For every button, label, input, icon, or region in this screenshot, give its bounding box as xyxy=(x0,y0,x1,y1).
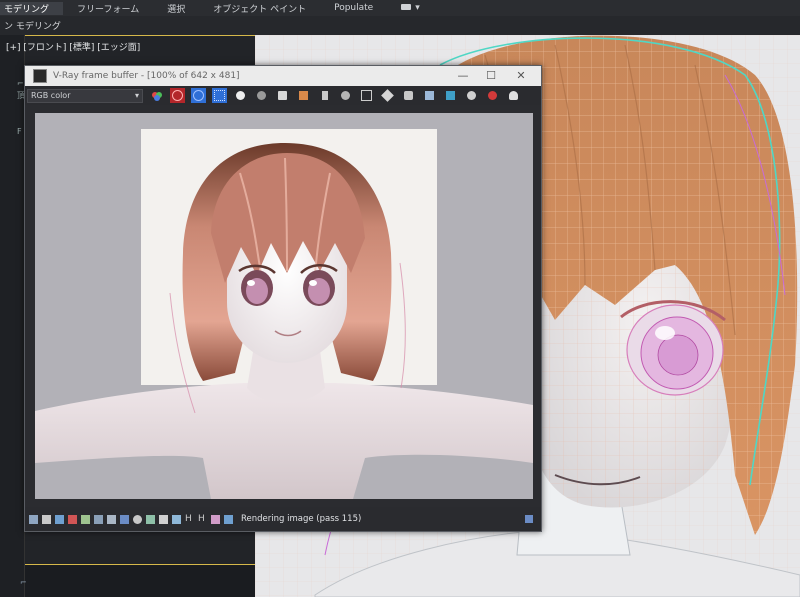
lut-icon[interactable] xyxy=(146,514,155,524)
curves-icon[interactable] xyxy=(81,514,90,524)
stamp-icon[interactable] xyxy=(224,514,233,524)
exposure-icon[interactable] xyxy=(172,514,181,524)
alpha-channel-icon[interactable] xyxy=(233,88,248,103)
channel-select[interactable]: RGB color ▾ xyxy=(27,88,143,103)
pixel-info-icon[interactable] xyxy=(380,88,395,103)
stop-render-icon[interactable] xyxy=(485,88,500,103)
tab-populate[interactable]: Populate xyxy=(320,3,387,13)
grid-icon[interactable] xyxy=(107,514,116,524)
settings-icon[interactable] xyxy=(133,514,142,524)
expand-panel-icon[interactable] xyxy=(525,515,533,523)
ocio-icon[interactable] xyxy=(159,514,168,524)
history-icon[interactable] xyxy=(29,514,38,524)
display-icon[interactable] xyxy=(120,514,129,524)
vfb-status-bar: H H Rendering image (pass 115) xyxy=(25,507,541,531)
green-channel-icon[interactable] xyxy=(191,88,206,103)
save-image-icon[interactable] xyxy=(275,88,290,103)
lens-effects-icon[interactable] xyxy=(443,88,458,103)
ribbon-options-dropdown[interactable]: ▾ xyxy=(387,3,434,13)
tab-selection[interactable]: 選択 xyxy=(153,2,199,15)
vray-app-icon xyxy=(33,69,47,83)
color-correction-icon[interactable] xyxy=(422,88,437,103)
layers-icon[interactable] xyxy=(55,514,64,524)
vfb-toolbar: RGB color ▾ xyxy=(25,86,541,105)
h-icon[interactable]: H xyxy=(185,514,194,524)
tab-object-paint[interactable]: オブジェクト ペイント xyxy=(199,2,320,15)
vfb-canvas-area[interactable] xyxy=(25,105,541,507)
tab-freeform[interactable]: フリーフォーム xyxy=(63,2,153,15)
track-mouse-icon[interactable] xyxy=(359,88,374,103)
tab-modeling[interactable]: モデリング xyxy=(0,1,64,15)
viewport-axis-mark: ⌐ xyxy=(20,578,27,587)
main-ribbon: モデリング フリーフォーム 選択 オブジェクト ペイント Populate ▾ xyxy=(0,0,800,16)
viewport-label[interactable]: [+] [フロント] [標準] [エッジ面] xyxy=(6,40,140,53)
rendered-image xyxy=(35,113,533,499)
vray-frame-buffer-window[interactable]: V-Ray frame buffer - [100% of 642 x 481]… xyxy=(24,65,542,532)
vfb-title: V-Ray frame buffer - [100% of 642 x 481] xyxy=(53,71,240,81)
close-button[interactable]: ✕ xyxy=(507,68,535,84)
render-last-icon[interactable] xyxy=(464,88,479,103)
minimize-button[interactable]: — xyxy=(449,68,477,84)
load-image-icon[interactable] xyxy=(296,88,311,103)
hh-icon[interactable]: H xyxy=(198,514,207,524)
blue-channel-icon[interactable] xyxy=(212,88,227,103)
vfb-title-bar[interactable]: V-Ray frame buffer - [100% of 642 x 481]… xyxy=(25,66,541,86)
ribbon-panel-label: ン モデリング xyxy=(4,22,61,32)
clear-image-icon[interactable] xyxy=(317,88,332,103)
maximize-button[interactable]: ☐ xyxy=(477,68,505,84)
ribbon-panel-label-bar: ン モデリング xyxy=(0,16,800,35)
compare-icon[interactable] xyxy=(42,514,51,524)
chevron-down-icon: ▾ xyxy=(134,91,139,100)
ipr-icon[interactable] xyxy=(506,88,521,103)
lens-icon[interactable] xyxy=(211,514,220,524)
red-channel-icon[interactable] xyxy=(170,88,185,103)
film-icon[interactable] xyxy=(94,514,103,524)
link-to-viewport-icon[interactable] xyxy=(401,88,416,103)
mono-channel-icon[interactable] xyxy=(254,88,269,103)
color-channels-icon[interactable] xyxy=(149,88,164,103)
color-icon[interactable] xyxy=(68,514,77,524)
region-render-icon[interactable] xyxy=(338,88,353,103)
render-status-text: Rendering image (pass 115) xyxy=(241,514,362,524)
render-output[interactable] xyxy=(35,113,533,499)
channel-select-value: RGB color xyxy=(31,91,71,100)
